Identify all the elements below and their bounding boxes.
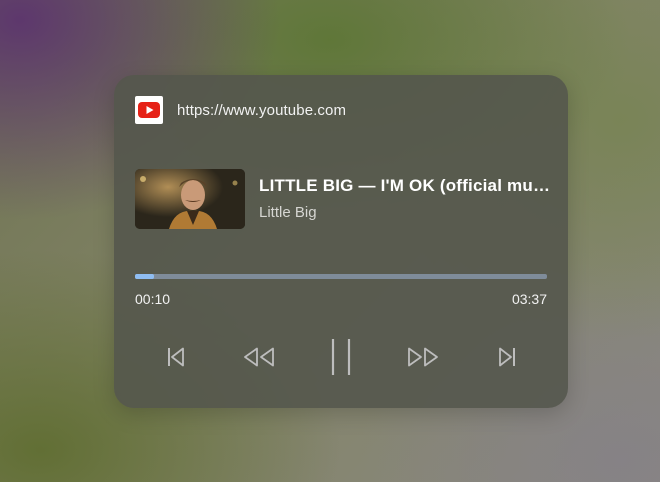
skip-previous-icon xyxy=(168,347,184,367)
pause-icon xyxy=(331,339,351,375)
rewind-button[interactable] xyxy=(236,340,282,374)
fast-forward-icon xyxy=(408,347,438,367)
progress-bar[interactable] xyxy=(135,274,547,279)
rewind-icon xyxy=(244,347,274,367)
youtube-logo-icon xyxy=(135,96,163,124)
total-duration: 03:37 xyxy=(511,291,547,307)
pause-button[interactable] xyxy=(321,333,361,381)
progress-fill xyxy=(135,274,154,279)
video-thumbnail[interactable] xyxy=(135,169,245,229)
previous-track-button[interactable] xyxy=(158,340,194,374)
fast-forward-button[interactable] xyxy=(400,340,446,374)
skip-next-icon xyxy=(499,347,515,367)
media-source: https://www.youtube.com xyxy=(135,96,346,124)
track-title: LITTLE BIG — I'M OK (official music vide… xyxy=(259,176,553,195)
track-artist: Little Big xyxy=(259,204,317,221)
next-track-button[interactable] xyxy=(489,340,525,374)
media-control-card: https://www.youtube.com LITTLE BIG — I'M… xyxy=(114,75,568,408)
elapsed-time: 00:10 xyxy=(135,291,171,307)
source-url: https://www.youtube.com xyxy=(177,101,347,119)
